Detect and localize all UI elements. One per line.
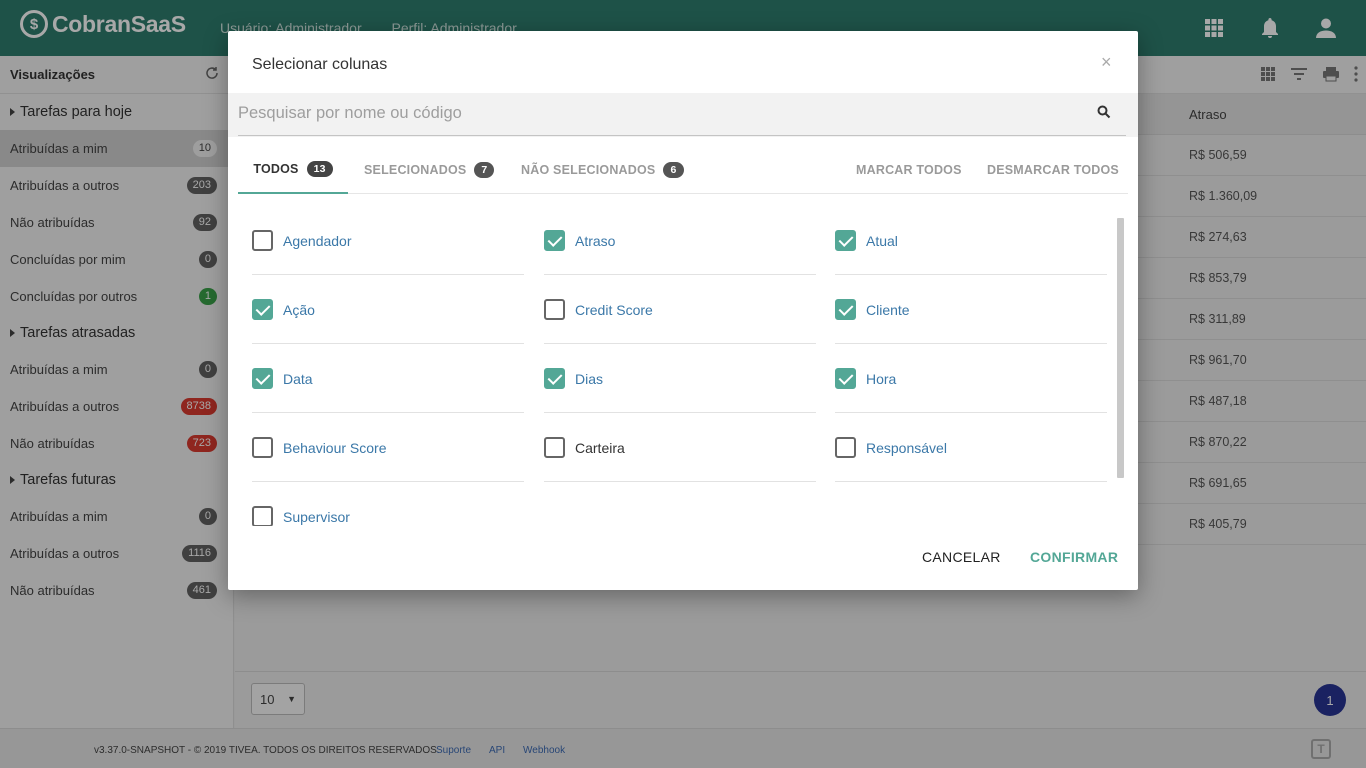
column-option-label: Agendador: [283, 233, 352, 249]
tab-count-badge: 13: [306, 161, 333, 177]
mark-all-button[interactable]: MARCAR TODOS: [856, 146, 962, 194]
checkbox[interactable]: [544, 299, 565, 320]
checkbox[interactable]: [252, 299, 273, 320]
checkbox[interactable]: [835, 437, 856, 458]
column-option-label: Carteira: [575, 440, 625, 456]
column-option[interactable]: Agendador: [252, 206, 524, 275]
confirm-button[interactable]: CONFIRMAR: [1030, 549, 1118, 565]
checkbox[interactable]: [252, 506, 273, 526]
column-option-label: Behaviour Score: [283, 440, 387, 456]
tab-label: SELECIONADOS: [364, 163, 467, 177]
column-option-label: Data: [283, 371, 313, 387]
column-option[interactable]: Atual: [835, 206, 1107, 275]
checkbox[interactable]: [835, 230, 856, 251]
filter-tabs: TODOS 13 SELECIONADOS 7 NÃO SELECIONADOS…: [238, 146, 1128, 194]
unmark-all-button[interactable]: DESMARCAR TODOS: [987, 146, 1119, 194]
column-option-label: Responsável: [866, 440, 947, 456]
tab-nao-selecionados[interactable]: NÃO SELECIONADOS 6: [521, 146, 684, 194]
column-option[interactable]: Behaviour Score: [252, 413, 524, 482]
checkbox[interactable]: [835, 299, 856, 320]
column-option-label: Dias: [575, 371, 604, 387]
close-icon[interactable]: ×: [1101, 52, 1112, 73]
columns-grid: Agendador Atraso Atual Ação Credit Score…: [228, 196, 1138, 526]
tab-todos[interactable]: TODOS 13: [238, 146, 348, 194]
column-option-label: Hora: [866, 371, 897, 387]
column-option[interactable]: Hora: [835, 344, 1107, 413]
column-option[interactable]: Data: [252, 344, 524, 413]
search-underline: [238, 135, 1126, 136]
column-option-label: Cliente: [866, 302, 910, 318]
search-input[interactable]: [238, 93, 1078, 133]
tab-label: TODOS: [253, 162, 299, 176]
column-option[interactable]: Credit Score: [544, 275, 816, 344]
column-option[interactable]: Carteira: [544, 413, 816, 482]
column-option[interactable]: Dias: [544, 344, 816, 413]
tab-count-badge: 6: [663, 162, 684, 178]
select-columns-modal: Selecionar colunas × TODOS 13 SELECIONAD…: [228, 31, 1138, 590]
column-option-label: Credit Score: [575, 302, 653, 318]
column-option[interactable]: Supervisor: [252, 482, 524, 526]
checkbox[interactable]: [835, 368, 856, 389]
column-option-label: Atual: [866, 233, 898, 249]
checkbox[interactable]: [252, 230, 273, 251]
checkbox[interactable]: [544, 230, 565, 251]
column-option[interactable]: Atraso: [544, 206, 816, 275]
tab-selecionados[interactable]: SELECIONADOS 7: [364, 146, 495, 194]
column-option-label: Supervisor: [283, 509, 350, 525]
checkbox[interactable]: [544, 437, 565, 458]
checkbox[interactable]: [544, 368, 565, 389]
column-option[interactable]: Ação: [252, 275, 524, 344]
column-option[interactable]: Responsável: [835, 413, 1107, 482]
search-bar: [228, 93, 1138, 137]
cancel-button[interactable]: CANCELAR: [922, 549, 1001, 565]
search-icon[interactable]: [1097, 105, 1113, 121]
scrollbar[interactable]: [1117, 218, 1124, 478]
checkbox[interactable]: [252, 437, 273, 458]
column-option-label: Atraso: [575, 233, 616, 249]
modal-title: Selecionar colunas: [252, 56, 388, 73]
checkbox[interactable]: [252, 368, 273, 389]
column-option[interactable]: Cliente: [835, 275, 1107, 344]
tab-count-badge: 7: [474, 162, 495, 178]
column-option-label: Ação: [283, 302, 315, 318]
tab-label: NÃO SELECIONADOS: [521, 163, 656, 177]
